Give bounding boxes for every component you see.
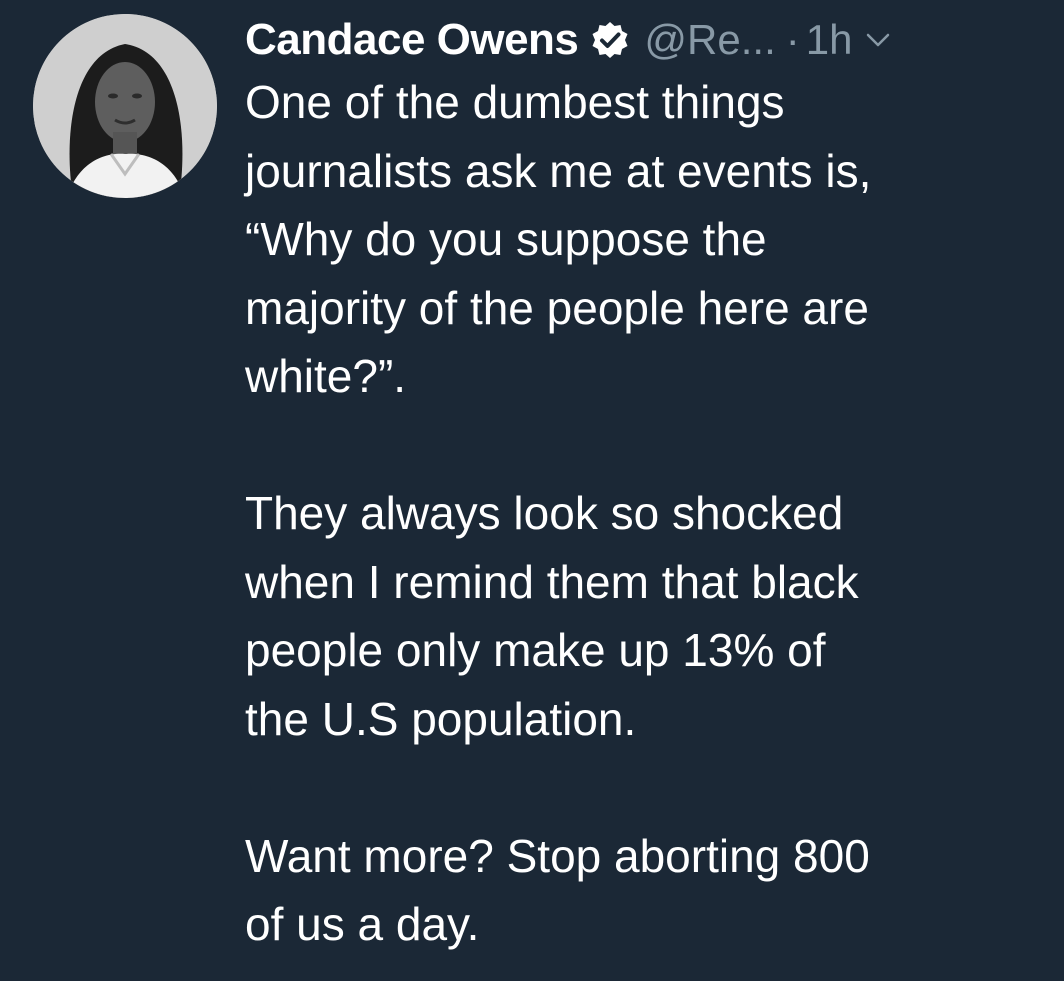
text-line: journalists ask me at events is, — [245, 144, 872, 197]
text-line: the U.S population. — [245, 692, 637, 745]
avatar[interactable] — [33, 14, 217, 198]
tweet-paragraph: Want more? Stop aborting 800 of us a day… — [245, 822, 1060, 959]
separator-dot: · — [785, 16, 800, 63]
tweet-header: Candace Owens @Re... · 1h — [245, 12, 890, 68]
tweet-text: One of the dumbest things journalists as… — [245, 68, 1060, 959]
text-line: One of the dumbest things — [245, 76, 785, 128]
text-line: people only make up 13% of — [245, 624, 826, 676]
text-line: “Why do you suppose the — [245, 213, 767, 265]
text-line: majority of the people here are — [245, 281, 869, 334]
author-name[interactable]: Candace Owens — [245, 15, 579, 65]
text-line: when I remind them that black — [245, 555, 859, 608]
tweet-paragraph: One of the dumbest things journalists as… — [245, 68, 1060, 411]
verified-badge-icon — [590, 20, 630, 60]
author-handle[interactable]: @Re... — [644, 16, 775, 64]
chevron-down-icon[interactable] — [866, 32, 890, 48]
text-line: white?”. — [245, 350, 407, 402]
text-line: of us a day. — [245, 898, 480, 950]
tweet-card: Candace Owens @Re... · 1h One of the dum… — [0, 0, 1064, 981]
tweet-paragraph: They always look so shocked when I remin… — [245, 479, 1060, 753]
avatar-photo-icon — [33, 14, 217, 198]
tweet-timestamp[interactable]: 1h — [806, 16, 853, 64]
text-line: They always look so shocked — [245, 487, 844, 539]
text-line: Want more? Stop aborting 800 — [245, 829, 870, 882]
